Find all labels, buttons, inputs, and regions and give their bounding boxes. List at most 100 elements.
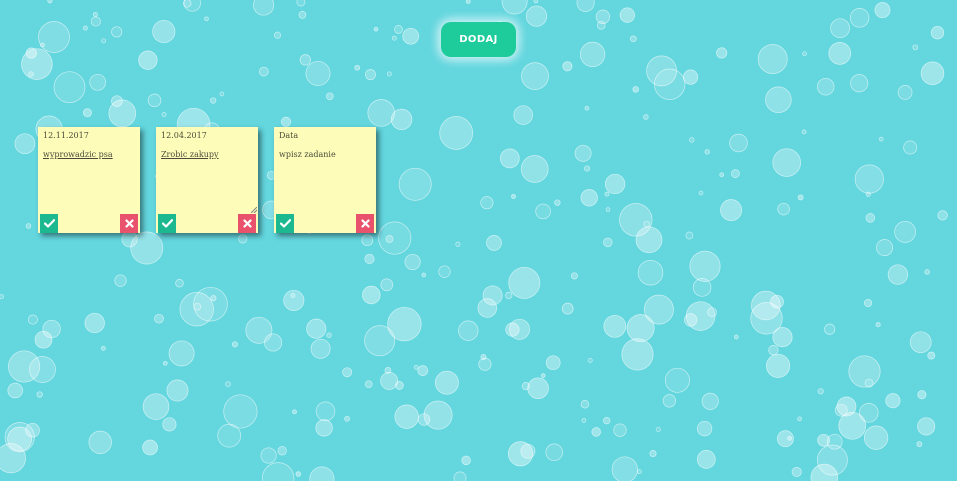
bubble <box>874 2 891 19</box>
bubble <box>683 69 699 85</box>
bubble <box>505 322 520 337</box>
bubble <box>707 307 717 318</box>
bubble <box>175 279 184 288</box>
mark-done-button[interactable] <box>158 214 176 233</box>
bubble <box>295 471 302 477</box>
bubble <box>878 136 884 142</box>
bubble <box>619 203 653 237</box>
bubble <box>791 466 802 477</box>
bubble <box>154 313 164 324</box>
bubble <box>824 323 836 335</box>
note-date: Data <box>279 131 299 140</box>
bubble <box>499 148 520 169</box>
bubble <box>511 194 516 199</box>
bubble <box>817 433 830 447</box>
bubble <box>273 31 282 39</box>
bubble <box>394 404 419 429</box>
bubble <box>25 223 32 229</box>
bubble <box>850 74 869 93</box>
bubble <box>603 314 627 338</box>
bubble <box>92 12 98 17</box>
bubble <box>576 0 595 12</box>
bubble <box>704 149 710 155</box>
bubble <box>816 444 848 476</box>
delete-note-button[interactable] <box>238 214 256 233</box>
bubble <box>47 0 53 4</box>
bubble <box>916 441 923 448</box>
bubble <box>378 221 412 255</box>
bubble <box>168 340 195 367</box>
bubble <box>817 388 824 395</box>
bubble <box>465 0 471 4</box>
bubble <box>193 302 202 311</box>
bubble <box>876 239 894 257</box>
bubble <box>649 450 657 458</box>
bubble <box>897 85 913 100</box>
bubble <box>88 430 112 454</box>
note-task-input[interactable] <box>279 150 370 159</box>
bubble <box>533 0 539 4</box>
bubble <box>280 116 292 127</box>
bubble <box>632 86 639 93</box>
x-icon <box>124 219 134 228</box>
bubble <box>579 41 606 68</box>
bubble <box>480 196 494 210</box>
bubble <box>802 51 807 57</box>
bubble <box>34 330 53 349</box>
bubble <box>757 44 788 75</box>
bubble <box>525 5 548 27</box>
bubble <box>797 194 804 201</box>
bubble <box>766 353 791 378</box>
bubble <box>570 272 578 280</box>
bubble <box>848 355 881 388</box>
bubble <box>830 18 850 39</box>
bubble <box>183 0 201 12</box>
bubble <box>14 133 36 155</box>
bubble <box>545 443 563 462</box>
delete-note-button[interactable] <box>120 214 138 233</box>
bubble <box>204 16 209 22</box>
bubble <box>580 400 590 409</box>
x-icon <box>242 219 252 228</box>
note-task-input[interactable] <box>43 150 134 159</box>
bubble <box>210 97 217 104</box>
bubble <box>801 129 807 135</box>
bubble <box>777 202 790 216</box>
bubble <box>0 294 4 300</box>
check-icon <box>43 219 55 228</box>
bubble <box>716 47 728 59</box>
add-note-button[interactable]: DODAJ <box>441 22 516 57</box>
bubble <box>521 62 549 90</box>
bubble <box>384 367 392 374</box>
note-task-input[interactable] <box>161 150 252 159</box>
resize-handle[interactable] <box>251 207 257 213</box>
bubble <box>864 298 873 308</box>
bubble <box>765 86 792 114</box>
bubble <box>507 441 534 467</box>
bubble <box>260 447 277 464</box>
bubble <box>394 25 403 34</box>
bubble <box>82 25 88 31</box>
bubble <box>696 450 716 469</box>
delete-note-button[interactable] <box>356 214 374 233</box>
bubble <box>584 165 591 172</box>
bubble <box>413 364 419 370</box>
mark-done-button[interactable] <box>276 214 294 233</box>
bubble <box>40 42 45 48</box>
bubble <box>696 420 713 437</box>
bubble <box>719 172 725 178</box>
bubble <box>508 266 541 299</box>
bubble <box>828 42 852 65</box>
bubble <box>162 417 177 432</box>
bubble <box>875 322 881 328</box>
bubble <box>166 379 189 402</box>
bubble <box>505 291 513 300</box>
bubble <box>729 133 748 153</box>
mark-done-button[interactable] <box>40 214 58 233</box>
bubble <box>138 50 158 70</box>
bubble <box>854 164 884 194</box>
bubble <box>29 356 56 383</box>
bubble <box>152 19 176 44</box>
bubble <box>277 446 287 456</box>
bubble <box>309 466 335 481</box>
